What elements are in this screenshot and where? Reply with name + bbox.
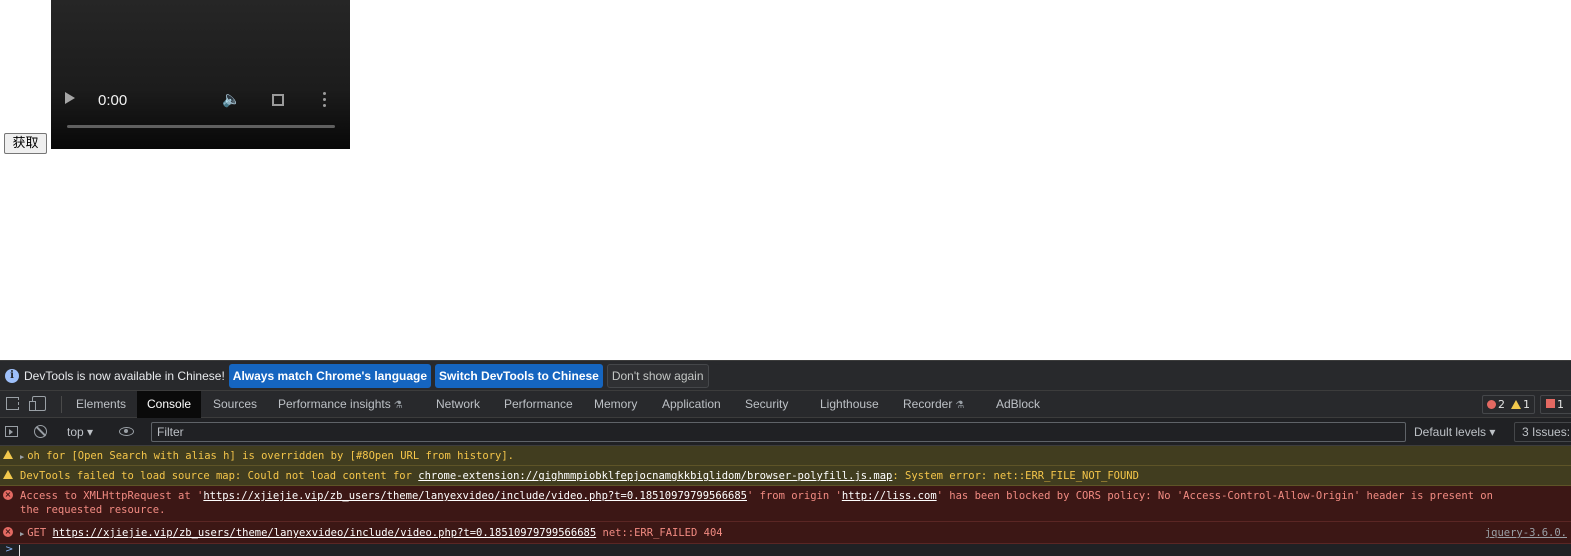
tab-performance-insights-label: Performance insights (278, 397, 391, 411)
tab-lighthouse[interactable]: Lighthouse (820, 391, 879, 418)
warning-count: 1 (1523, 398, 1530, 411)
log-levels-value: Default levels (1414, 425, 1487, 439)
source-map-link[interactable]: chrome-extension://gighmmpiobklfepjocnam… (418, 470, 892, 482)
tab-performance[interactable]: Performance (504, 391, 573, 418)
tab-network[interactable]: Network (436, 391, 480, 418)
context-selector[interactable]: top ▾ (67, 418, 93, 446)
error-icon: × (3, 527, 13, 537)
experiment-icon: ⚗ (393, 400, 403, 411)
tab-security[interactable]: Security (745, 391, 788, 418)
tab-memory[interactable]: Memory (594, 391, 637, 418)
tab-application[interactable]: Application (662, 391, 721, 418)
inspect-element-icon[interactable] (6, 397, 19, 410)
show-sidebar-icon[interactable] (5, 426, 18, 437)
console-messages: ▶ oh for [Open Search with alias h] is ov… (0, 446, 1571, 556)
message-text: DevTools failed to load source map: Coul… (20, 470, 419, 482)
text-caret (19, 545, 20, 556)
divider (61, 396, 62, 413)
clear-console-icon[interactable] (34, 425, 47, 438)
source-location-link[interactable]: jquery-3.6.0. (1485, 527, 1567, 539)
devtools-panel: i DevTools is now available in Chinese! … (0, 360, 1571, 556)
expand-triangle-icon[interactable]: ▶ (20, 530, 24, 538)
play-icon[interactable] (65, 92, 75, 104)
error-icon: × (3, 490, 13, 500)
console-message-warning[interactable]: ▶ oh for [Open Search with alias h] is ov… (0, 446, 1571, 466)
message-text: the requested resource. (20, 504, 166, 516)
issue-count: 1 (1557, 398, 1564, 411)
page-viewport: 获取 0:00 🔈 (0, 0, 1571, 360)
console-message-warning[interactable]: DevTools failed to load source map: Coul… (0, 466, 1571, 486)
tab-elements[interactable]: Elements (76, 391, 126, 418)
tab-recorder-label: Recorder (903, 397, 953, 411)
request-url-link[interactable]: https://xjiejie.vip/zb_users/theme/lanye… (53, 527, 597, 539)
console-message-error[interactable]: × Access to XMLHttpRequest at 'https://x… (0, 486, 1571, 522)
video-progress-bar[interactable] (67, 125, 335, 128)
context-value: top (67, 425, 84, 439)
more-options-icon[interactable] (323, 92, 327, 110)
message-text: net::ERR_FAILED 404 (602, 527, 723, 539)
message-text: oh for [Open Search with alias h] is ove… (27, 450, 514, 462)
tab-sources[interactable]: Sources (213, 391, 257, 418)
message-text: Access to XMLHttpRequest at ' (20, 490, 204, 502)
devtools-tabbar: Elements Console Sources Performance ins… (0, 391, 1571, 418)
request-url-link[interactable]: https://xjiejie.vip/zb_users/theme/lanye… (203, 490, 747, 502)
language-infobar: i DevTools is now available in Chinese! … (0, 360, 1571, 391)
log-levels-dropdown[interactable]: Default levels ▾ (1414, 418, 1495, 446)
message-text: : System error: net::ERR_FILE_NOT_FOUND (892, 470, 1139, 482)
get-button[interactable]: 获取 (4, 133, 47, 154)
console-prompt[interactable]: > (0, 544, 1571, 556)
tab-recorder[interactable]: Recorder ⚗ (903, 391, 964, 418)
issue-flag-icon (1546, 399, 1555, 408)
warning-icon (3, 470, 13, 479)
filter-input[interactable]: Filter (151, 422, 1406, 442)
tab-adblock[interactable]: AdBlock (996, 391, 1040, 418)
info-icon: i (5, 368, 19, 383)
live-expression-icon[interactable] (119, 427, 134, 436)
expand-triangle-icon[interactable]: ▶ (20, 453, 24, 461)
error-count: 2 (1498, 398, 1505, 411)
volume-icon[interactable]: 🔈 (222, 90, 241, 108)
tab-performance-insights[interactable]: Performance insights ⚗ (278, 391, 403, 418)
experiment-icon: ⚗ (955, 400, 965, 411)
prompt-chevron-icon: > (5, 544, 14, 555)
tab-console[interactable]: Console (137, 391, 202, 418)
issues-counter[interactable]: 1 (1540, 395, 1571, 414)
request-method: GET (27, 527, 47, 539)
warning-icon (1511, 400, 1521, 409)
fullscreen-icon[interactable] (272, 94, 284, 106)
switch-to-chinese-button[interactable]: Switch DevTools to Chinese (435, 363, 603, 388)
device-toolbar-icon[interactable] (29, 396, 46, 411)
message-text: ' from origin ' (746, 490, 842, 502)
error-warning-counter[interactable]: 2 1 (1482, 395, 1535, 414)
console-toolbar: top ▾ Filter Default levels ▾ 3 Issues: (0, 418, 1571, 446)
match-language-button[interactable]: Always match Chrome's language (228, 363, 432, 388)
infobar-message: DevTools is now available in Chinese! (24, 368, 225, 383)
error-icon (1487, 400, 1496, 409)
message-text: ' has been blocked by CORS policy: No 'A… (936, 490, 1493, 502)
video-player[interactable]: 0:00 🔈 (51, 0, 350, 149)
console-message-error[interactable]: × ▶ GET https://xjiejie.vip/zb_users/them… (0, 522, 1571, 544)
warning-icon (3, 450, 13, 459)
video-time: 0:00 (98, 92, 128, 109)
origin-link[interactable]: http://liss.com (842, 490, 937, 502)
issues-button[interactable]: 3 Issues: (1514, 422, 1571, 442)
dont-show-again-button[interactable]: Don't show again (606, 363, 709, 388)
